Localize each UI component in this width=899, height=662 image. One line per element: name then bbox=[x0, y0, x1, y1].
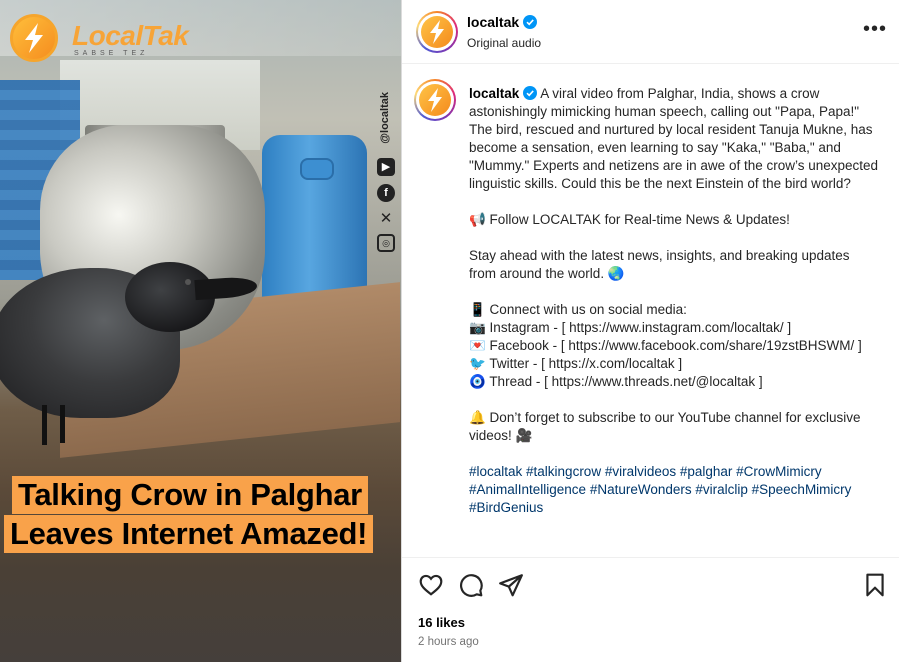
author-username[interactable]: localtak bbox=[467, 14, 519, 30]
post-header: localtak Original audio ••• bbox=[402, 0, 899, 64]
caption-connect-line: 📱 Connect with us on social media: bbox=[469, 302, 687, 317]
audio-label[interactable]: Original audio bbox=[467, 36, 541, 50]
crow-leg bbox=[42, 405, 47, 445]
caption-hashtags[interactable]: #localtak #talkingcrow #viralvideos #pal… bbox=[469, 463, 879, 517]
verified-badge-icon bbox=[523, 15, 538, 29]
localtak-logo-icon bbox=[419, 84, 451, 116]
save-bookmark-icon[interactable] bbox=[862, 572, 888, 598]
caption-stay-line: Stay ahead with the latest news, insight… bbox=[469, 248, 850, 281]
facebook-icon: f bbox=[377, 184, 395, 202]
caption-username[interactable]: localtak bbox=[469, 86, 519, 101]
caption-twitter-line: 🐦 Twitter - [ https://x.com/localtak ] bbox=[469, 356, 683, 371]
like-heart-icon[interactable] bbox=[418, 572, 444, 598]
caption-youtube-line: 🔔 Don’t forget to subscribe to our YouTu… bbox=[469, 410, 861, 443]
caption-author-avatar[interactable] bbox=[414, 79, 456, 121]
crow-leg bbox=[60, 405, 65, 443]
localtak-logo-icon bbox=[10, 14, 58, 62]
brand-name: LocalTak bbox=[72, 20, 189, 51]
caption-paragraph: A viral video from Palghar, India, shows… bbox=[469, 86, 879, 191]
localtak-logo-icon bbox=[421, 16, 453, 48]
instagram-icon: ◎ bbox=[377, 234, 395, 252]
brand-tagline: SABSE TEZ bbox=[74, 50, 149, 57]
drum-cap bbox=[300, 158, 334, 180]
post-actions: 16 likes 2 hours ago bbox=[402, 557, 899, 662]
post-sidebar: localtak Original audio ••• localtak A v… bbox=[401, 0, 899, 662]
headline-line-2: Leaves Internet Amazed! bbox=[4, 515, 374, 553]
caption-instagram-line: 📷 Instagram - [ https://www.instagram.co… bbox=[469, 320, 792, 335]
share-send-icon[interactable] bbox=[498, 572, 524, 598]
post-media[interactable]: LocalTak SABSE TEZ @localtak ▶ f ✕ ◎ Tal… bbox=[0, 0, 401, 662]
side-handle-text: @localtak bbox=[379, 92, 391, 144]
headline-line-1: Talking Crow in Palghar bbox=[12, 476, 368, 514]
caption-facebook-line: 💌 Facebook - [ https://www.facebook.com/… bbox=[469, 338, 862, 353]
caption-area: localtak A viral video from Palghar, Ind… bbox=[402, 65, 899, 557]
likes-count[interactable]: 16 likes bbox=[418, 615, 465, 630]
crow-eye bbox=[185, 279, 191, 285]
caption-follow-line: 📢 Follow LOCALTAK for Real-time News & U… bbox=[469, 212, 790, 227]
caption-text: localtak A viral video from Palghar, Ind… bbox=[469, 85, 879, 517]
youtube-icon: ▶ bbox=[377, 158, 395, 176]
more-options-icon[interactable]: ••• bbox=[863, 19, 887, 39]
caption-thread-line: 🧿 Thread - [ https://www.threads.net/@lo… bbox=[469, 374, 763, 389]
verified-badge-icon bbox=[523, 86, 538, 100]
author-avatar[interactable] bbox=[416, 11, 458, 53]
post-timestamp[interactable]: 2 hours ago bbox=[418, 636, 479, 648]
brand-bar bbox=[0, 0, 401, 56]
x-twitter-icon: ✕ bbox=[379, 210, 393, 227]
comment-icon[interactable] bbox=[458, 572, 484, 598]
